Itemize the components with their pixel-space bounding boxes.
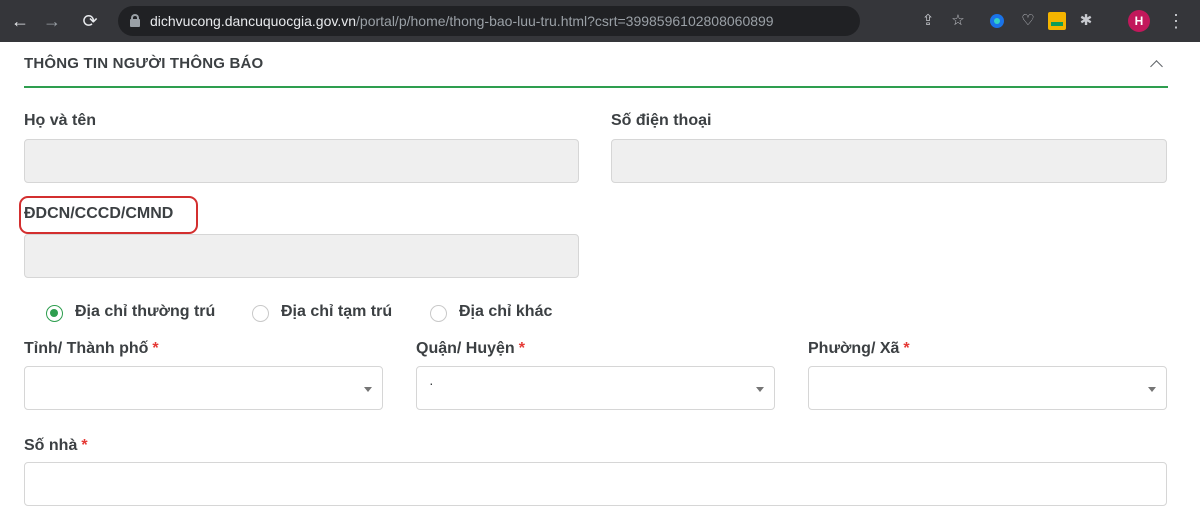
radio-temporary-address[interactable]: Địa chỉ tạm trú	[252, 303, 412, 323]
full-name-input[interactable]	[24, 139, 579, 183]
profile-avatar[interactable]: H	[1128, 10, 1150, 32]
radio-label: Địa chỉ khác	[459, 303, 553, 320]
arrow-right-icon[interactable]: →	[40, 9, 64, 33]
required-mark: *	[152, 340, 159, 357]
radio-unchecked-icon	[430, 305, 447, 322]
required-mark: *	[903, 340, 910, 357]
required-mark: *	[518, 340, 525, 357]
radio-permanent-address[interactable]: Địa chỉ thường trú	[46, 303, 236, 323]
pocket-icon[interactable]: ♡	[1018, 11, 1038, 31]
share-icon[interactable]: ⇪	[918, 11, 938, 31]
url-text[interactable]: dichvucong.dancuquocgia.gov.vn/portal/p/…	[150, 13, 774, 29]
address-bar[interactable]: dichvucong.dancuquocgia.gov.vn/portal/p/…	[118, 6, 860, 36]
caret-down-icon	[1148, 387, 1156, 392]
required-mark: *	[81, 437, 88, 454]
browser-toolbar: ← → ⟳ dichvucong.dancuquocgia.gov.vn/por…	[0, 0, 1200, 42]
kebab-menu-icon[interactable]: ⋮	[1166, 11, 1186, 31]
arrow-left-icon[interactable]: ←	[8, 9, 32, 33]
extension-icon[interactable]	[1048, 12, 1066, 30]
house-number-label: Số nhà *	[24, 437, 88, 454]
district-select[interactable]: ·	[416, 366, 775, 410]
url-host: dichvucong.dancuquocgia.gov.vn	[150, 13, 357, 29]
caret-down-icon	[364, 387, 372, 392]
select-value: ·	[429, 375, 434, 391]
lock-icon[interactable]	[130, 14, 140, 27]
province-select[interactable]	[24, 366, 383, 410]
extension-icon[interactable]	[990, 14, 1004, 28]
phone-label: Số điện thoại	[611, 112, 712, 129]
caret-down-icon	[756, 387, 764, 392]
district-label: Quận/ Huyện *	[416, 340, 525, 357]
radio-unchecked-icon	[252, 305, 269, 322]
radio-label: Địa chỉ tạm trú	[281, 303, 393, 320]
ward-label: Phường/ Xã *	[808, 340, 910, 357]
full-name-label: Họ và tên	[24, 112, 97, 129]
star-icon[interactable]: ☆	[948, 11, 968, 31]
radio-checked-icon	[46, 305, 63, 322]
chevron-up-icon[interactable]	[1150, 58, 1162, 70]
id-number-input[interactable]	[24, 234, 579, 278]
url-path: /portal/p/home/thong-bao-luu-tru.html?cs…	[356, 13, 774, 29]
puzzle-icon[interactable]: ✱	[1076, 11, 1096, 31]
radio-other-address[interactable]: Địa chỉ khác	[430, 303, 570, 323]
section-title: THÔNG TIN NGƯỜI THÔNG BÁO	[24, 55, 264, 72]
ward-select[interactable]	[808, 366, 1167, 410]
id-label-highlight	[19, 196, 198, 234]
section-header[interactable]: THÔNG TIN NGƯỜI THÔNG BÁO	[24, 42, 1168, 88]
phone-input[interactable]	[611, 139, 1167, 183]
reload-icon[interactable]: ⟳	[78, 9, 102, 33]
radio-label: Địa chỉ thường trú	[75, 303, 216, 320]
house-number-input[interactable]	[24, 462, 1167, 506]
province-label: Tỉnh/ Thành phố *	[24, 340, 159, 357]
